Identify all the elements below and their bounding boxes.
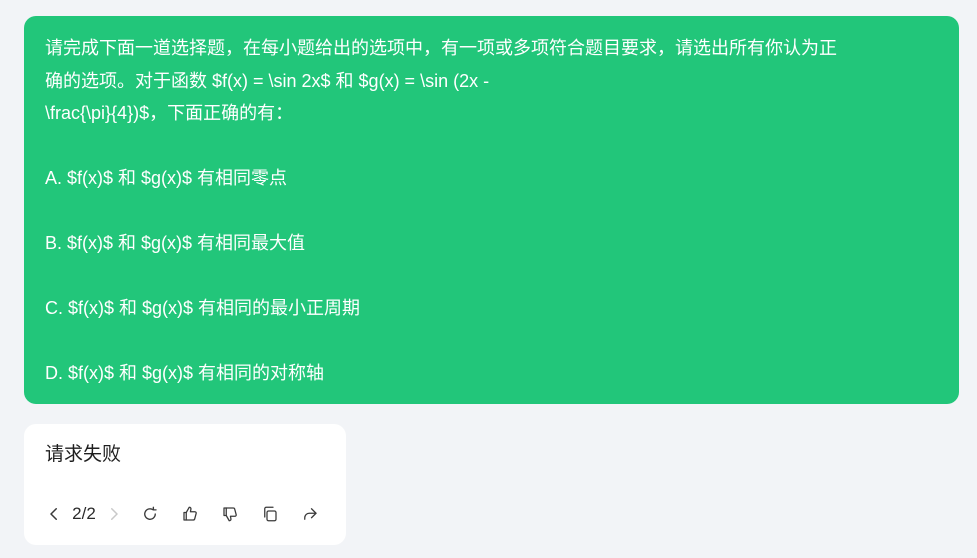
question-line bbox=[45, 325, 937, 358]
chevron-left-icon[interactable] bbox=[43, 503, 65, 525]
option-d: D. $f(x)$ 和 $g(x)$ 有相同的对称轴 bbox=[45, 363, 325, 383]
question-line: \frac{\pi}{4})$，下面正确的有： bbox=[45, 103, 294, 123]
question-line bbox=[45, 130, 937, 163]
question-line bbox=[45, 260, 937, 293]
response-toolbar: 2/2 bbox=[45, 502, 321, 526]
assistant-response-card: 请求失败 2/2 bbox=[24, 424, 346, 545]
share-icon[interactable] bbox=[299, 503, 321, 525]
option-b: B. $f(x)$ 和 $g(x)$ 有相同最大值 bbox=[45, 233, 306, 253]
question-line: 请完成下面一道选择题，在每小题给出的选项中，有一项或多项符合题目要求，请选出所有… bbox=[45, 38, 837, 58]
chevron-right-icon[interactable] bbox=[103, 503, 125, 525]
pager-count: 2/2 bbox=[72, 504, 96, 523]
error-message: 请求失败 bbox=[45, 444, 122, 465]
regenerate-icon[interactable] bbox=[139, 503, 161, 525]
question-line bbox=[45, 195, 937, 228]
thumbs-up-icon[interactable] bbox=[179, 503, 201, 525]
question-line: 确的选项。对于函数 $f(x) = \sin 2x$ 和 $g(x) = \si… bbox=[45, 70, 490, 91]
thumbs-down-icon[interactable] bbox=[219, 503, 241, 525]
option-c: C. $f(x)$ 和 $g(x)$ 有相同的最小正周期 bbox=[45, 298, 361, 318]
copy-icon[interactable] bbox=[259, 503, 281, 525]
option-a: A. $f(x)$ 和 $g(x)$ 有相同零点 bbox=[45, 168, 288, 188]
user-message-bubble: 请完成下面一道选择题，在每小题给出的选项中，有一项或多项符合题目要求，请选出所有… bbox=[24, 16, 959, 404]
